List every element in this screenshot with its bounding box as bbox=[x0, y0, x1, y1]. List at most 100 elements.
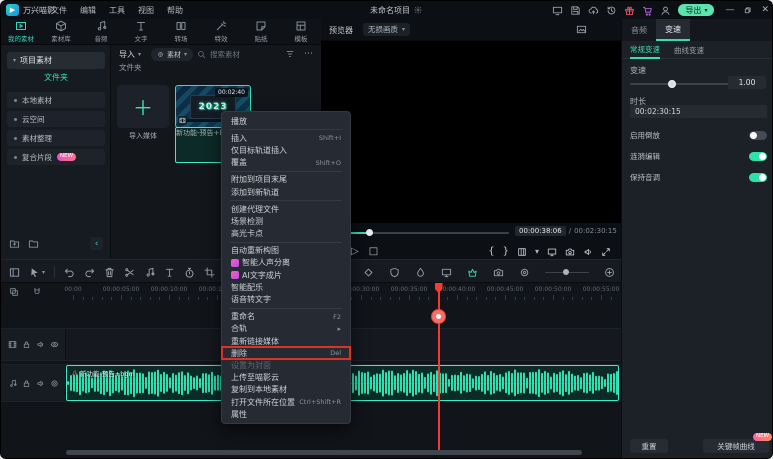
music-icon[interactable] bbox=[8, 379, 17, 388]
speed-subtab[interactable]: 曲线变速 bbox=[674, 41, 704, 59]
sidebar-item[interactable]: 素材整理 bbox=[7, 130, 105, 146]
seekbar-handle[interactable] bbox=[366, 229, 373, 236]
reset-button[interactable]: 重置 bbox=[630, 439, 668, 453]
screen-button[interactable] bbox=[547, 247, 557, 257]
preview-display-settings-icon[interactable] bbox=[576, 24, 587, 35]
menu-item[interactable]: 重新链接媒体 bbox=[222, 335, 350, 347]
speed-slider-handle[interactable] bbox=[668, 80, 676, 88]
cloud-upload-icon[interactable] bbox=[588, 5, 599, 16]
mark-in-button[interactable]: { bbox=[488, 247, 494, 257]
grid-button[interactable] bbox=[517, 247, 527, 257]
tab-template[interactable]: 模板 bbox=[281, 19, 321, 44]
tab-transition[interactable]: 转场 bbox=[161, 19, 201, 44]
tab-library[interactable]: 素材库 bbox=[41, 19, 81, 44]
stopwatch-button[interactable] bbox=[184, 267, 195, 278]
tab-media[interactable]: 我的素材 bbox=[1, 19, 41, 44]
menu-item[interactable]: 复制到本地素材 bbox=[222, 384, 350, 396]
volume-button[interactable] bbox=[583, 247, 593, 257]
menu-item[interactable]: 智能配乐 bbox=[222, 281, 350, 293]
sidebar-item[interactable]: 云空间 bbox=[7, 111, 105, 127]
snapshot-button[interactable] bbox=[493, 267, 504, 278]
menu-item[interactable]: 自动重新构图 bbox=[222, 245, 350, 257]
stop-button[interactable]: □ bbox=[369, 247, 378, 257]
play-button[interactable]: ▷ bbox=[351, 247, 359, 257]
record-button[interactable] bbox=[519, 267, 530, 278]
fit-button[interactable] bbox=[604, 267, 615, 278]
film-icon[interactable] bbox=[8, 340, 17, 349]
minimize-button[interactable]: — bbox=[725, 5, 734, 15]
project-settings-icon[interactable] bbox=[414, 6, 422, 14]
gift-icon[interactable] bbox=[624, 5, 635, 16]
menubar-item[interactable]: 视图 bbox=[138, 5, 154, 16]
preview-quality-dropdown[interactable]: 无损画质 ▾ bbox=[363, 23, 410, 36]
menu-item[interactable]: 合轨▸ bbox=[222, 323, 350, 335]
scissors-button[interactable] bbox=[124, 267, 135, 278]
playhead-marker[interactable] bbox=[431, 309, 446, 324]
timeline-horizontal-scrollbar[interactable] bbox=[66, 450, 582, 455]
menu-item[interactable]: 打开文件所在位置Ctrl+Shift+R bbox=[222, 396, 350, 408]
lock-icon[interactable] bbox=[22, 379, 31, 388]
sidebar-item[interactable]: 本地素材 bbox=[7, 92, 105, 108]
export-button[interactable]: 导出 ▾ bbox=[678, 4, 714, 16]
account-icon[interactable] bbox=[660, 5, 671, 16]
menu-item[interactable]: 插入Shift+I bbox=[222, 132, 350, 144]
display-icon[interactable] bbox=[552, 5, 563, 16]
speaker-icon[interactable] bbox=[36, 379, 45, 388]
speaker-icon[interactable] bbox=[36, 340, 45, 349]
music-button[interactable] bbox=[144, 267, 155, 278]
menu-item[interactable]: 高光卡点 bbox=[222, 228, 350, 240]
timeline-zoom-slider[interactable] bbox=[545, 267, 589, 277]
filter-icon[interactable] bbox=[285, 49, 295, 59]
maximize-button[interactable] bbox=[743, 6, 752, 15]
caret-down-icon[interactable]: ▾ bbox=[535, 247, 539, 257]
menu-item[interactable]: 属性 bbox=[222, 408, 350, 420]
chroma-button[interactable] bbox=[467, 267, 478, 278]
menu-item[interactable]: 覆盖Shift+O bbox=[222, 157, 350, 169]
snapshot-button[interactable] bbox=[565, 247, 575, 257]
lock-icon[interactable] bbox=[22, 340, 31, 349]
media-type-filter-dropdown[interactable]: 素材 ▾ bbox=[151, 48, 193, 61]
history-icon[interactable] bbox=[606, 5, 617, 16]
mark-out-button[interactable]: } bbox=[503, 247, 509, 257]
sidebar-item-project-media[interactable]: ▾ 项目素材 bbox=[7, 52, 105, 69]
menu-item[interactable]: 语音转文字 bbox=[222, 293, 350, 305]
sidebar-collapse-button[interactable]: ‹ bbox=[90, 237, 103, 250]
menu-item[interactable]: 创建代理文件 bbox=[222, 203, 350, 215]
cart-icon[interactable] bbox=[642, 5, 653, 16]
preview-video-area[interactable] bbox=[321, 41, 621, 223]
panel-layout-button[interactable] bbox=[9, 267, 20, 278]
menu-item[interactable]: 设置为封面 bbox=[222, 359, 350, 371]
tab-sticker[interactable]: 贴纸 bbox=[241, 19, 281, 44]
menubar-item[interactable]: 帮助 bbox=[167, 5, 183, 16]
search-input[interactable]: 搜索素材 bbox=[197, 49, 240, 60]
import-media-tile[interactable]: ＋ bbox=[117, 85, 169, 128]
menu-item[interactable]: 场景检测 bbox=[222, 215, 350, 227]
menubar-item[interactable]: 工具 bbox=[109, 5, 125, 16]
playhead[interactable] bbox=[438, 283, 440, 450]
tab-fx[interactable]: 特效 bbox=[201, 19, 241, 44]
zoom-slider-handle[interactable] bbox=[563, 269, 569, 275]
preview-seekbar[interactable] bbox=[331, 229, 509, 236]
speed-slider[interactable] bbox=[630, 79, 730, 88]
undo-button[interactable] bbox=[64, 267, 75, 278]
menu-item[interactable]: 上传至喵影云 bbox=[222, 372, 350, 384]
expand-button[interactable] bbox=[601, 247, 611, 257]
toggle-switch[interactable] bbox=[749, 173, 767, 182]
speed-value[interactable]: 1.00 bbox=[728, 76, 766, 89]
close-button[interactable]: ✕ bbox=[761, 5, 769, 15]
tab-text[interactable]: 文字 bbox=[121, 19, 161, 44]
menu-item[interactable]: 删除Del bbox=[222, 347, 350, 359]
import-button[interactable]: 导入 ▾ bbox=[119, 49, 141, 60]
toggle-switch[interactable] bbox=[749, 152, 767, 161]
properties-tab[interactable]: 音频 bbox=[622, 19, 656, 41]
trash-button[interactable] bbox=[104, 267, 115, 278]
cursor-select-button[interactable]: ▾ bbox=[29, 267, 45, 278]
save-icon[interactable] bbox=[570, 5, 581, 16]
menu-item[interactable]: AI文字成片 bbox=[222, 269, 350, 281]
menu-item[interactable]: 添加到新轨道 bbox=[222, 186, 350, 198]
sidebar-item-folder-active[interactable]: 文件夹 bbox=[1, 72, 111, 83]
more-icon[interactable]: ⋯ bbox=[304, 49, 313, 59]
keyframe-button[interactable] bbox=[363, 267, 374, 278]
text-button[interactable] bbox=[164, 267, 175, 278]
menu-item[interactable]: 仅目标轨道插入 bbox=[222, 144, 350, 156]
